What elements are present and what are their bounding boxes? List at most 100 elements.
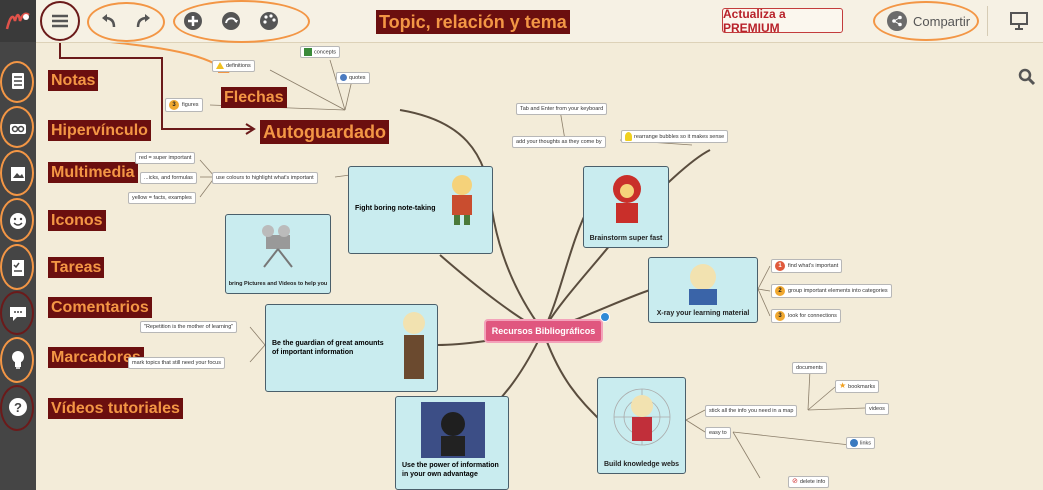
- node-label: concepts: [314, 49, 337, 56]
- person-icon: [340, 74, 347, 82]
- lightbulb-icon: [12, 351, 24, 369]
- tasks-button[interactable]: [2, 252, 34, 284]
- presentation-button[interactable]: [1006, 8, 1032, 34]
- card-title: Use the power of information in your own…: [402, 462, 499, 478]
- node-group[interactable]: 2 group important elements into categorie…: [771, 284, 892, 298]
- card-title: Build knowledge webs: [603, 461, 680, 468]
- card-brainstorm[interactable]: Brainstorm super fast: [583, 166, 669, 248]
- number-badge: 3: [775, 311, 785, 321]
- node-label: definitions: [226, 63, 251, 69]
- character-image: [421, 402, 485, 458]
- link-icon: [10, 124, 26, 134]
- node-add-thoughts[interactable]: add your thoughts as they come by: [512, 136, 606, 148]
- share-button[interactable]: Compartir: [887, 7, 982, 35]
- node-find[interactable]: 1 find what's important: [771, 259, 843, 273]
- search-button[interactable]: [1016, 66, 1038, 88]
- card-title: Brainstorm super fast: [589, 235, 663, 242]
- undo-button[interactable]: [96, 8, 122, 34]
- annotation-iconos: Iconos: [48, 210, 106, 231]
- node-videos[interactable]: videos: [865, 403, 889, 415]
- card-power-information[interactable]: Use the power of information in your own…: [395, 396, 509, 490]
- node-delete[interactable]: ⊘ delete info: [788, 476, 830, 488]
- node-label: quotes: [349, 75, 366, 81]
- topic-handle[interactable]: [600, 312, 610, 322]
- annotation-notas: Notas: [48, 70, 99, 91]
- mindmeister-logo-icon: [5, 12, 30, 30]
- theme-button[interactable]: [257, 9, 281, 33]
- node-label: figures: [182, 102, 199, 108]
- menu-button[interactable]: [44, 5, 76, 37]
- annotation-comentarios: Comentarios: [48, 297, 152, 318]
- share-icon: [887, 11, 907, 31]
- node-blue[interactable]: ...icks, and formulas: [140, 172, 197, 184]
- card-title: X-ray your learning material: [656, 310, 750, 317]
- toolbar-divider: [987, 6, 988, 36]
- card-xray[interactable]: X-ray your learning material: [648, 257, 758, 323]
- upgrade-premium-button[interactable]: Actualiza a PREMIUM: [722, 7, 843, 35]
- comments-button[interactable]: [2, 298, 34, 330]
- node-colours[interactable]: use colours to highlight what's importan…: [212, 172, 318, 184]
- node-stick[interactable]: stick all the info you need in a map: [705, 405, 798, 417]
- node-easy[interactable]: easy to: [705, 427, 731, 439]
- central-topic[interactable]: Recursos Bibliográficos: [484, 319, 603, 343]
- icons-button[interactable]: [2, 205, 34, 237]
- search-icon: [1018, 68, 1036, 86]
- svg-text:?: ?: [14, 400, 22, 415]
- character-image: [689, 264, 717, 305]
- node-tab-enter[interactable]: Tab and Enter from your keyboard: [516, 103, 608, 115]
- notes-button[interactable]: [2, 65, 34, 97]
- multimedia-button[interactable]: [2, 158, 34, 190]
- redo-icon: [136, 14, 150, 28]
- annotation-topic: Topic, relación y tema: [376, 10, 570, 34]
- help-icon: ?: [9, 398, 27, 416]
- relation-icon: [222, 12, 240, 30]
- camera-image: [262, 225, 293, 268]
- node-mark-topics[interactable]: mark topics that still need your focus: [128, 357, 225, 369]
- markers-button[interactable]: [2, 344, 34, 376]
- help-tutorials-button[interactable]: ?: [2, 391, 34, 423]
- node-label: find what's important: [788, 263, 839, 269]
- node-bookmarks[interactable]: ★ bookmarks: [835, 380, 880, 393]
- node-red[interactable]: red = super important: [135, 152, 196, 164]
- card-knowledge-webs[interactable]: Build knowledge webs: [597, 377, 686, 474]
- character-image: [613, 388, 671, 446]
- no-icon: ⊘: [792, 478, 798, 485]
- presentation-icon: [1010, 12, 1028, 30]
- node-documents[interactable]: documents: [792, 362, 827, 374]
- add-topic-button[interactable]: [181, 9, 205, 33]
- node-definitions[interactable]: definitions: [212, 60, 255, 72]
- tasks-icon: [12, 260, 24, 276]
- card-pictures-videos[interactable]: bring Pictures and Videos to help you: [225, 214, 331, 294]
- share-label: Compartir: [913, 13, 971, 29]
- node-figures[interactable]: 3 figures: [165, 98, 203, 112]
- annotation-multimedia: Multimedia: [48, 162, 138, 183]
- node-quotes[interactable]: quotes: [336, 72, 370, 84]
- hamburger-icon: [52, 14, 68, 28]
- lightbulb-icon: [625, 132, 632, 141]
- node-label: delete info: [799, 479, 826, 485]
- node-repetition[interactable]: "Repetition is the mother of learning": [140, 321, 238, 333]
- character-image: [613, 175, 641, 223]
- add-relation-button[interactable]: [219, 9, 243, 33]
- card-title: Fight boring note-taking: [355, 205, 436, 212]
- character-image: [452, 175, 472, 225]
- smiley-icon: [10, 213, 26, 229]
- warning-icon: [216, 62, 224, 70]
- notes-icon: [12, 73, 24, 89]
- redo-button[interactable]: [130, 8, 156, 34]
- plus-icon: [184, 12, 202, 30]
- node-links[interactable]: links: [846, 437, 876, 450]
- annotation-videos-tutoriales: Vídeos tutoriales: [48, 398, 183, 419]
- star-icon: ★: [839, 381, 847, 390]
- left-sidebar: ?: [0, 0, 36, 490]
- card-guardian[interactable]: Be the guardian of great amounts of impo…: [265, 304, 438, 392]
- annotation-flechas: Flechas: [221, 87, 287, 108]
- card-fight-note-taking[interactable]: Fight boring note-taking: [348, 166, 493, 254]
- hyperlink-button[interactable]: [2, 113, 34, 145]
- node-look[interactable]: 3 look for connections: [771, 309, 841, 323]
- node-yellow[interactable]: yellow = facts, examples: [128, 192, 196, 204]
- node-concepts[interactable]: concepts: [300, 46, 341, 59]
- node-label: look for connections: [788, 313, 837, 319]
- node-label: group important elements into categories: [788, 288, 888, 294]
- node-rearrange[interactable]: rearrange bubbles so it makes sense: [621, 130, 729, 143]
